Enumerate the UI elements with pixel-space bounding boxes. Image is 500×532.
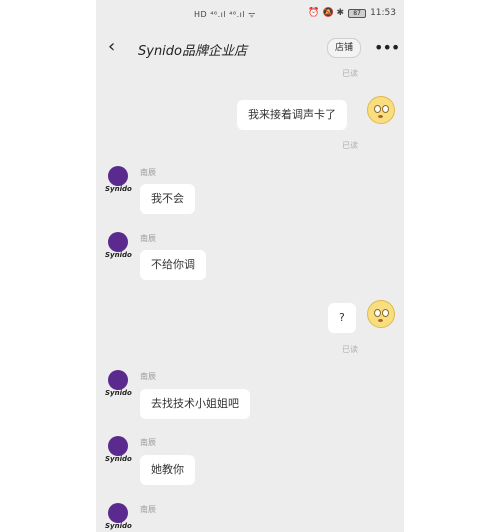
shop-avatar[interactable]: Synido (105, 232, 132, 262)
chat-title: Synido品牌企业店 (138, 44, 248, 59)
shop-avatar[interactable]: Synido (105, 436, 132, 466)
message-bubble-incoming[interactable]: 我不会 (140, 184, 195, 214)
shop-button[interactable]: 店铺 (327, 38, 361, 58)
avatar-logo-text: Synido (105, 389, 132, 397)
sender-name: 南辰 (140, 234, 156, 243)
shop-avatar[interactable]: Synido (105, 370, 132, 400)
status-icons: ⏰ 🔕 ✱ (308, 8, 345, 18)
message-bubble-incoming[interactable]: 去找技术小姐姐吧 (140, 389, 250, 419)
message-bubble-incoming[interactable]: 她教你 (140, 455, 195, 485)
sender-name: 南辰 (140, 438, 156, 447)
message-bubble-incoming[interactable]: 不给你调 (140, 250, 206, 280)
shop-logo-icon (108, 370, 128, 390)
clock: 11:53 (370, 8, 396, 18)
user-avatar-emoji-icon[interactable] (367, 300, 395, 328)
avatar-logo-text: Synido (105, 185, 132, 193)
shop-logo-icon (108, 232, 128, 252)
message-bubble-outgoing[interactable]: ? (328, 303, 356, 333)
read-receipt: 已读 (342, 69, 358, 78)
read-receipt: 已读 (342, 141, 358, 150)
shop-logo-icon (108, 503, 128, 523)
back-arrow-icon[interactable]: ‹ (108, 36, 115, 57)
status-bar: HD ⁴⁶.ıl ⁴⁶.ıl ᯤ ⏰ 🔕 ✱ 87 11:53 (96, 0, 404, 34)
avatar-logo-text: Synido (105, 522, 132, 530)
sender-name: 南辰 (140, 168, 156, 177)
chat-header: ‹ Synido品牌企业店 店铺 ••• (96, 34, 404, 64)
shop-avatar[interactable]: Synido (105, 503, 132, 532)
status-right: ⏰ 🔕 ✱ 87 11:53 (308, 8, 396, 18)
avatar-logo-text: Synido (105, 455, 132, 463)
shop-logo-icon (108, 436, 128, 456)
battery-icon: 87 (348, 8, 367, 18)
message-bubble-outgoing[interactable]: 我来接着调声卡了 (237, 100, 347, 130)
user-avatar-emoji-icon[interactable] (367, 96, 395, 124)
signal-indicators: HD ⁴⁶.ıl ⁴⁶.ıl ᯤ (194, 10, 256, 19)
sender-name: 南辰 (140, 372, 156, 381)
sender-name: 南辰 (140, 505, 156, 514)
shop-avatar[interactable]: Synido (105, 166, 132, 196)
avatar-logo-text: Synido (105, 251, 132, 259)
more-options-icon[interactable]: ••• (374, 38, 400, 57)
read-receipt: 已读 (342, 345, 358, 354)
shop-logo-icon (108, 166, 128, 186)
phone-screen: HD ⁴⁶.ıl ⁴⁶.ıl ᯤ ⏰ 🔕 ✱ 87 11:53 ‹ Synido… (96, 0, 404, 532)
